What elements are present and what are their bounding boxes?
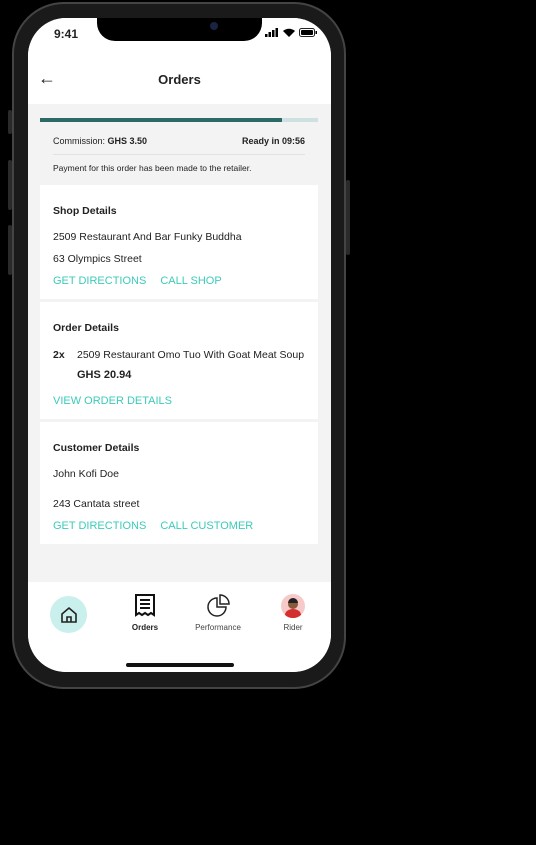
- receipt-icon: [135, 594, 155, 617]
- screen: 9:41 ← Orders Commission: GHS 3.50 Ready …: [28, 18, 331, 672]
- order-item: 2x 2509 Restaurant Omo Tuo With Goat Meat…: [53, 348, 305, 363]
- nav-orders-label: Orders: [131, 623, 159, 632]
- get-directions-button[interactable]: GET DIRECTIONS: [53, 520, 146, 532]
- signal-icon: [265, 28, 278, 37]
- view-order-details-button[interactable]: VIEW ORDER DETAILS: [53, 395, 172, 407]
- nav-rider-label: Rider: [283, 623, 303, 632]
- customer-details-card: Customer Details John Kofi Doe 243 Canta…: [40, 422, 318, 544]
- status-time: 9:41: [54, 27, 79, 41]
- battery-icon: [299, 28, 317, 37]
- pie-chart-icon: [207, 594, 230, 617]
- nav-performance[interactable]: Performance: [188, 594, 248, 632]
- customer-address: 243 Cantata street: [53, 498, 140, 510]
- notch: [97, 18, 262, 41]
- shop-details-card: Shop Details 2509 Restaurant And Bar Fun…: [40, 185, 318, 299]
- commission-value: GHS 3.50: [107, 136, 148, 146]
- item-price: GHS 20.94: [77, 369, 132, 381]
- section-title: Shop Details: [53, 205, 117, 217]
- item-name: 2509 Restaurant Omo Tuo With Goat Meat S…: [77, 349, 305, 361]
- shop-name: 2509 Restaurant And Bar Funky Buddha: [53, 231, 242, 243]
- call-customer-button[interactable]: CALL CUSTOMER: [160, 520, 253, 532]
- side-button: [8, 110, 12, 134]
- side-button: [346, 180, 350, 255]
- app-header: ← Orders: [28, 58, 331, 104]
- nav-performance-label: Performance: [195, 623, 241, 632]
- camera: [210, 22, 218, 30]
- side-button: [8, 160, 12, 210]
- call-shop-button[interactable]: CALL SHOP: [160, 275, 221, 287]
- commission: Commission: GHS 3.50: [53, 136, 147, 146]
- get-directions-button[interactable]: GET DIRECTIONS: [53, 275, 146, 287]
- shop-address: 63 Olympics Street: [53, 253, 142, 265]
- home-indicator: [126, 663, 234, 667]
- customer-name: John Kofi Doe: [53, 468, 119, 480]
- commission-label: Commission:: [53, 136, 108, 146]
- order-content[interactable]: Commission: GHS 3.50 Ready in 09:56 Payme…: [40, 104, 318, 582]
- order-details-card: Order Details 2x 2509 Restaurant Omo Tuo …: [40, 302, 318, 419]
- section-title: Order Details: [53, 322, 119, 334]
- rider-avatar-icon: [281, 594, 305, 619]
- home-icon: [60, 606, 77, 623]
- payment-note: Payment for this order has been made to …: [53, 163, 252, 173]
- nav-home[interactable]: [50, 596, 87, 633]
- wifi-icon: [283, 28, 295, 37]
- bottom-nav: Orders Performance Rider: [28, 582, 331, 672]
- section-title: Customer Details: [53, 442, 140, 454]
- nav-rider[interactable]: Rider: [263, 594, 323, 632]
- order-summary: Commission: GHS 3.50 Ready in 09:56 Payme…: [40, 122, 318, 185]
- item-quantity: 2x: [53, 349, 65, 361]
- ready-time: Ready in 09:56: [241, 136, 305, 146]
- nav-orders[interactable]: Orders: [115, 594, 175, 632]
- side-button: [8, 225, 12, 275]
- page-title: Orders: [158, 72, 201, 87]
